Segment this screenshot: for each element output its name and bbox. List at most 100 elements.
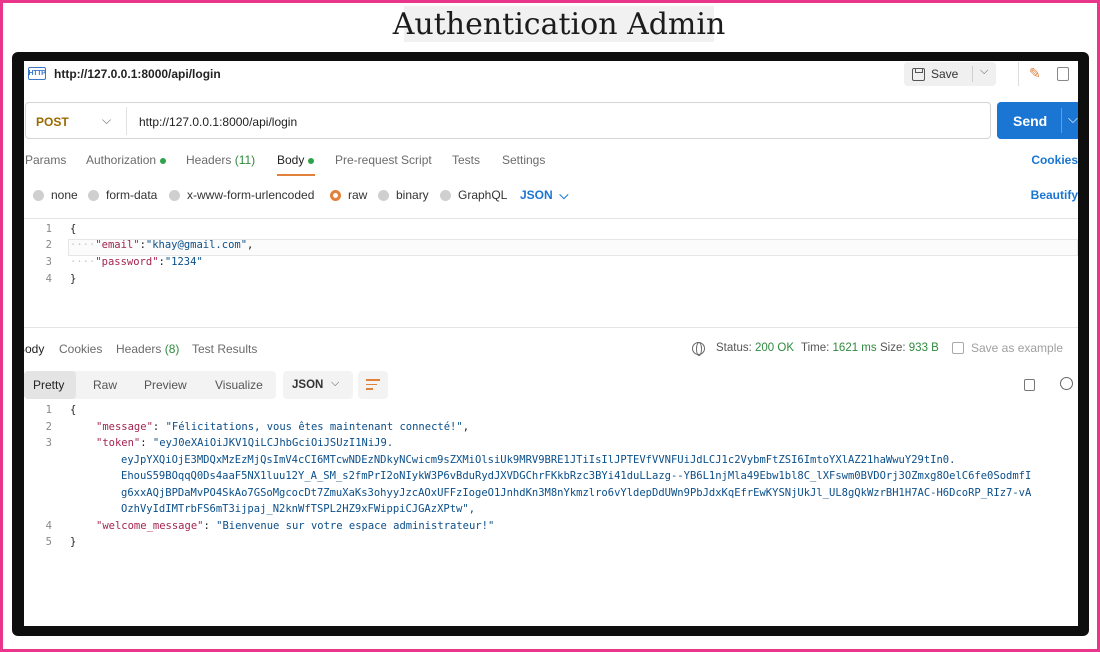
tab-response-body[interactable]: Body bbox=[24, 342, 44, 356]
radio-none[interactable]: none bbox=[33, 188, 78, 202]
method-select[interactable]: POST bbox=[36, 115, 69, 129]
cookies-link[interactable]: Cookies bbox=[1031, 153, 1078, 167]
radio-circle bbox=[440, 189, 451, 201]
tab-settings[interactable]: Settings bbox=[502, 153, 545, 167]
code-text: } bbox=[70, 536, 77, 548]
chevron-down-icon: ⌵ bbox=[556, 188, 569, 202]
tab-headers-label: Headers bbox=[186, 153, 232, 167]
tab-response-headers-label: Headers bbox=[116, 342, 162, 356]
json-key: "email" bbox=[95, 239, 140, 251]
view-raw[interactable]: Raw bbox=[93, 378, 117, 392]
radio-urlencoded[interactable]: x-www-form-urlencoded bbox=[169, 188, 314, 202]
radio-graphql-label: GraphQL bbox=[458, 188, 508, 202]
active-dot-icon bbox=[308, 157, 315, 164]
code-text: OzhVyIdIMTrbFS6mT3ijpaj_N2knWfTSPL2HZ9xF… bbox=[121, 503, 476, 515]
response-body-viewer[interactable]: 1 { 2 "message": "Félicitations, vous êt… bbox=[24, 404, 1078, 564]
chevron-down-icon[interactable]: ⌵ bbox=[102, 113, 111, 128]
chevron-down-icon[interactable]: ⌵ bbox=[1068, 111, 1078, 127]
tab-response-headers[interactable]: Headers (8) bbox=[116, 342, 179, 356]
view-pretty[interactable]: Pretty bbox=[33, 378, 64, 392]
radio-raw-label: raw bbox=[348, 188, 368, 202]
pencil-icon[interactable]: ✎ bbox=[1029, 65, 1041, 82]
code-line: 2 ····"email":"khay@gmail.com", bbox=[24, 239, 1078, 256]
send-label: Send bbox=[1013, 113, 1048, 129]
view-visualize[interactable]: Visualize bbox=[215, 378, 263, 392]
response-tabs: Body Cookies Headers (8) Test Results St… bbox=[24, 341, 1078, 362]
request-name[interactable]: http://127.0.0.1:8000/api/login bbox=[54, 67, 221, 81]
code-line: 3 "token": "eyJ0eXAiOiJKV1QiLCJhbGciOiJS… bbox=[24, 437, 1078, 453]
line-number: 3 bbox=[45, 256, 52, 268]
tab-response-cookies[interactable]: Cookies bbox=[59, 342, 102, 356]
save-as-example-label: Save as example bbox=[971, 341, 1064, 355]
radio-form-data[interactable]: form-data bbox=[88, 188, 157, 202]
radio-urlencoded-label: x-www-form-urlencoded bbox=[187, 188, 315, 202]
time-info: Time: 1621 ms bbox=[801, 342, 877, 354]
code-line: 2 "message": "Félicitations, vous êtes m… bbox=[24, 421, 1078, 437]
code-text: { bbox=[70, 404, 77, 416]
save-label: Save bbox=[931, 67, 959, 81]
edit-group: ✎ bbox=[1018, 62, 1078, 86]
body-format-select[interactable]: JSON ⌵ bbox=[520, 188, 568, 203]
code-text: } bbox=[70, 273, 77, 285]
code-line: 4 } bbox=[24, 273, 1078, 290]
chevron-down-icon: ⌵ bbox=[331, 377, 340, 389]
tab-body-label: Body bbox=[277, 153, 305, 167]
code-line: 1 { bbox=[24, 223, 1078, 240]
tab-pre-request-script[interactable]: Pre-request Script bbox=[335, 153, 432, 167]
line-number: 5 bbox=[45, 536, 52, 548]
body-type-row: none form-data x-www-form-urlencoded raw… bbox=[24, 186, 1078, 206]
url-input[interactable]: http://127.0.0.1:8000/api/login bbox=[139, 115, 297, 129]
body-format-label: JSON bbox=[520, 188, 553, 202]
json-key: "token" bbox=[96, 437, 141, 449]
tab-tests[interactable]: Tests bbox=[452, 153, 480, 167]
save-divider bbox=[972, 66, 973, 82]
line-number: 2 bbox=[45, 421, 52, 433]
response-toolbar: Pretty Raw Preview Visualize JSON ⌵ bbox=[24, 371, 1078, 399]
json-string: "1234" bbox=[164, 256, 203, 268]
floppy-disk-icon bbox=[912, 67, 925, 81]
size-info: Size: 933 B bbox=[880, 342, 939, 354]
radio-raw[interactable]: raw bbox=[330, 188, 367, 202]
radio-graphql[interactable]: GraphQL bbox=[440, 188, 507, 202]
code-text: ····"password":"1234" bbox=[70, 256, 203, 268]
radio-none-label: none bbox=[51, 188, 78, 202]
code-line: EhouS59BOqqQ0Ds4aaF5NX1luu12Y_A_SM_s2fmP… bbox=[24, 470, 1078, 486]
request-tabs: Params Authorization Headers (11) Body P… bbox=[24, 153, 1078, 179]
time-value: 1621 ms bbox=[832, 342, 877, 354]
radio-binary[interactable]: binary bbox=[378, 188, 429, 202]
json-key: "message" bbox=[96, 421, 153, 433]
json-string: "Félicitations, vous êtes maintenant con… bbox=[165, 421, 463, 433]
page-title: Authentication Admin bbox=[392, 6, 726, 42]
radio-binary-label: binary bbox=[396, 188, 429, 202]
tab-headers[interactable]: Headers (11) bbox=[186, 153, 255, 167]
json-string: "Bienvenue sur votre espace administrate… bbox=[216, 520, 495, 532]
code-text: "welcome_message": "Bienvenue sur votre … bbox=[96, 520, 495, 532]
url-bar: POST ⌵ http://127.0.0.1:8000/api/login bbox=[25, 102, 991, 139]
request-body-editor[interactable]: 1 { 2 ····"email":"khay@gmail.com", 3 ··… bbox=[24, 218, 1078, 328]
size-label: Size: bbox=[880, 342, 906, 354]
tab-params[interactable]: Params bbox=[25, 153, 66, 167]
headers-count: (8) bbox=[164, 342, 180, 356]
send-button[interactable]: Send ⌵ bbox=[997, 102, 1078, 139]
beautify-link[interactable]: Beautify bbox=[1031, 188, 1078, 202]
send-divider bbox=[1061, 108, 1062, 133]
tab-test-results[interactable]: Test Results bbox=[192, 342, 257, 356]
line-number: 4 bbox=[45, 520, 52, 532]
view-preview[interactable]: Preview bbox=[144, 378, 187, 392]
copy-icon[interactable] bbox=[1020, 375, 1035, 391]
document-icon[interactable] bbox=[1057, 67, 1069, 81]
tab-body[interactable]: Body bbox=[277, 153, 315, 167]
code-text: { bbox=[70, 223, 77, 235]
save-as-example-button[interactable]: Save as example bbox=[952, 341, 1063, 355]
search-icon[interactable] bbox=[1060, 377, 1073, 390]
wrap-lines-button[interactable] bbox=[358, 371, 388, 399]
code-text: ····"email":"khay@gmail.com", bbox=[70, 239, 254, 251]
json-string: OzhVyIdIMTrbFS6mT3ijpaj_N2knWfTSPL2HZ9xF… bbox=[121, 503, 469, 515]
line-number: 1 bbox=[45, 404, 52, 416]
tab-authorization[interactable]: Authorization bbox=[86, 153, 167, 167]
globe-icon[interactable] bbox=[692, 342, 705, 356]
chevron-down-icon[interactable]: ⌵ bbox=[980, 65, 988, 78]
save-button[interactable]: Save ⌵ bbox=[904, 62, 996, 86]
json-string: eyJpYXQiOjE3MDQxMzEzMjQsImV4cCI6MTcwNDEz… bbox=[121, 454, 956, 466]
response-format-select[interactable]: JSON ⌵ bbox=[283, 371, 353, 399]
